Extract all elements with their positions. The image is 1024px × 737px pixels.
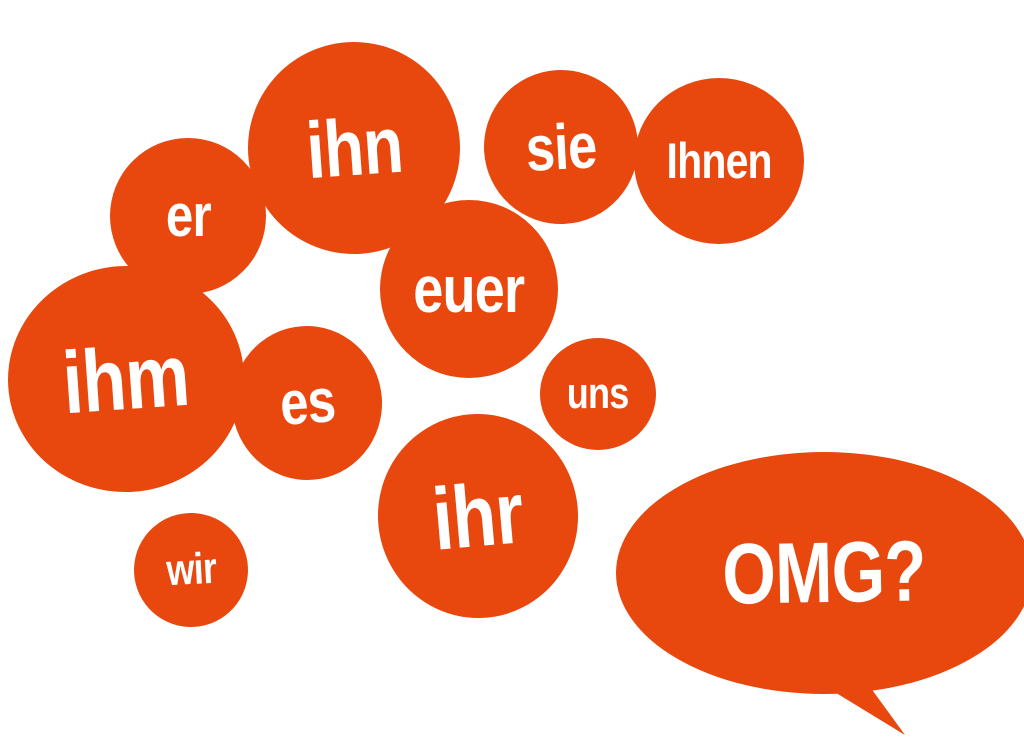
speech-bubble-label: OMG? (645, 515, 1003, 631)
speech-bubble-text: OMG? (721, 523, 927, 623)
